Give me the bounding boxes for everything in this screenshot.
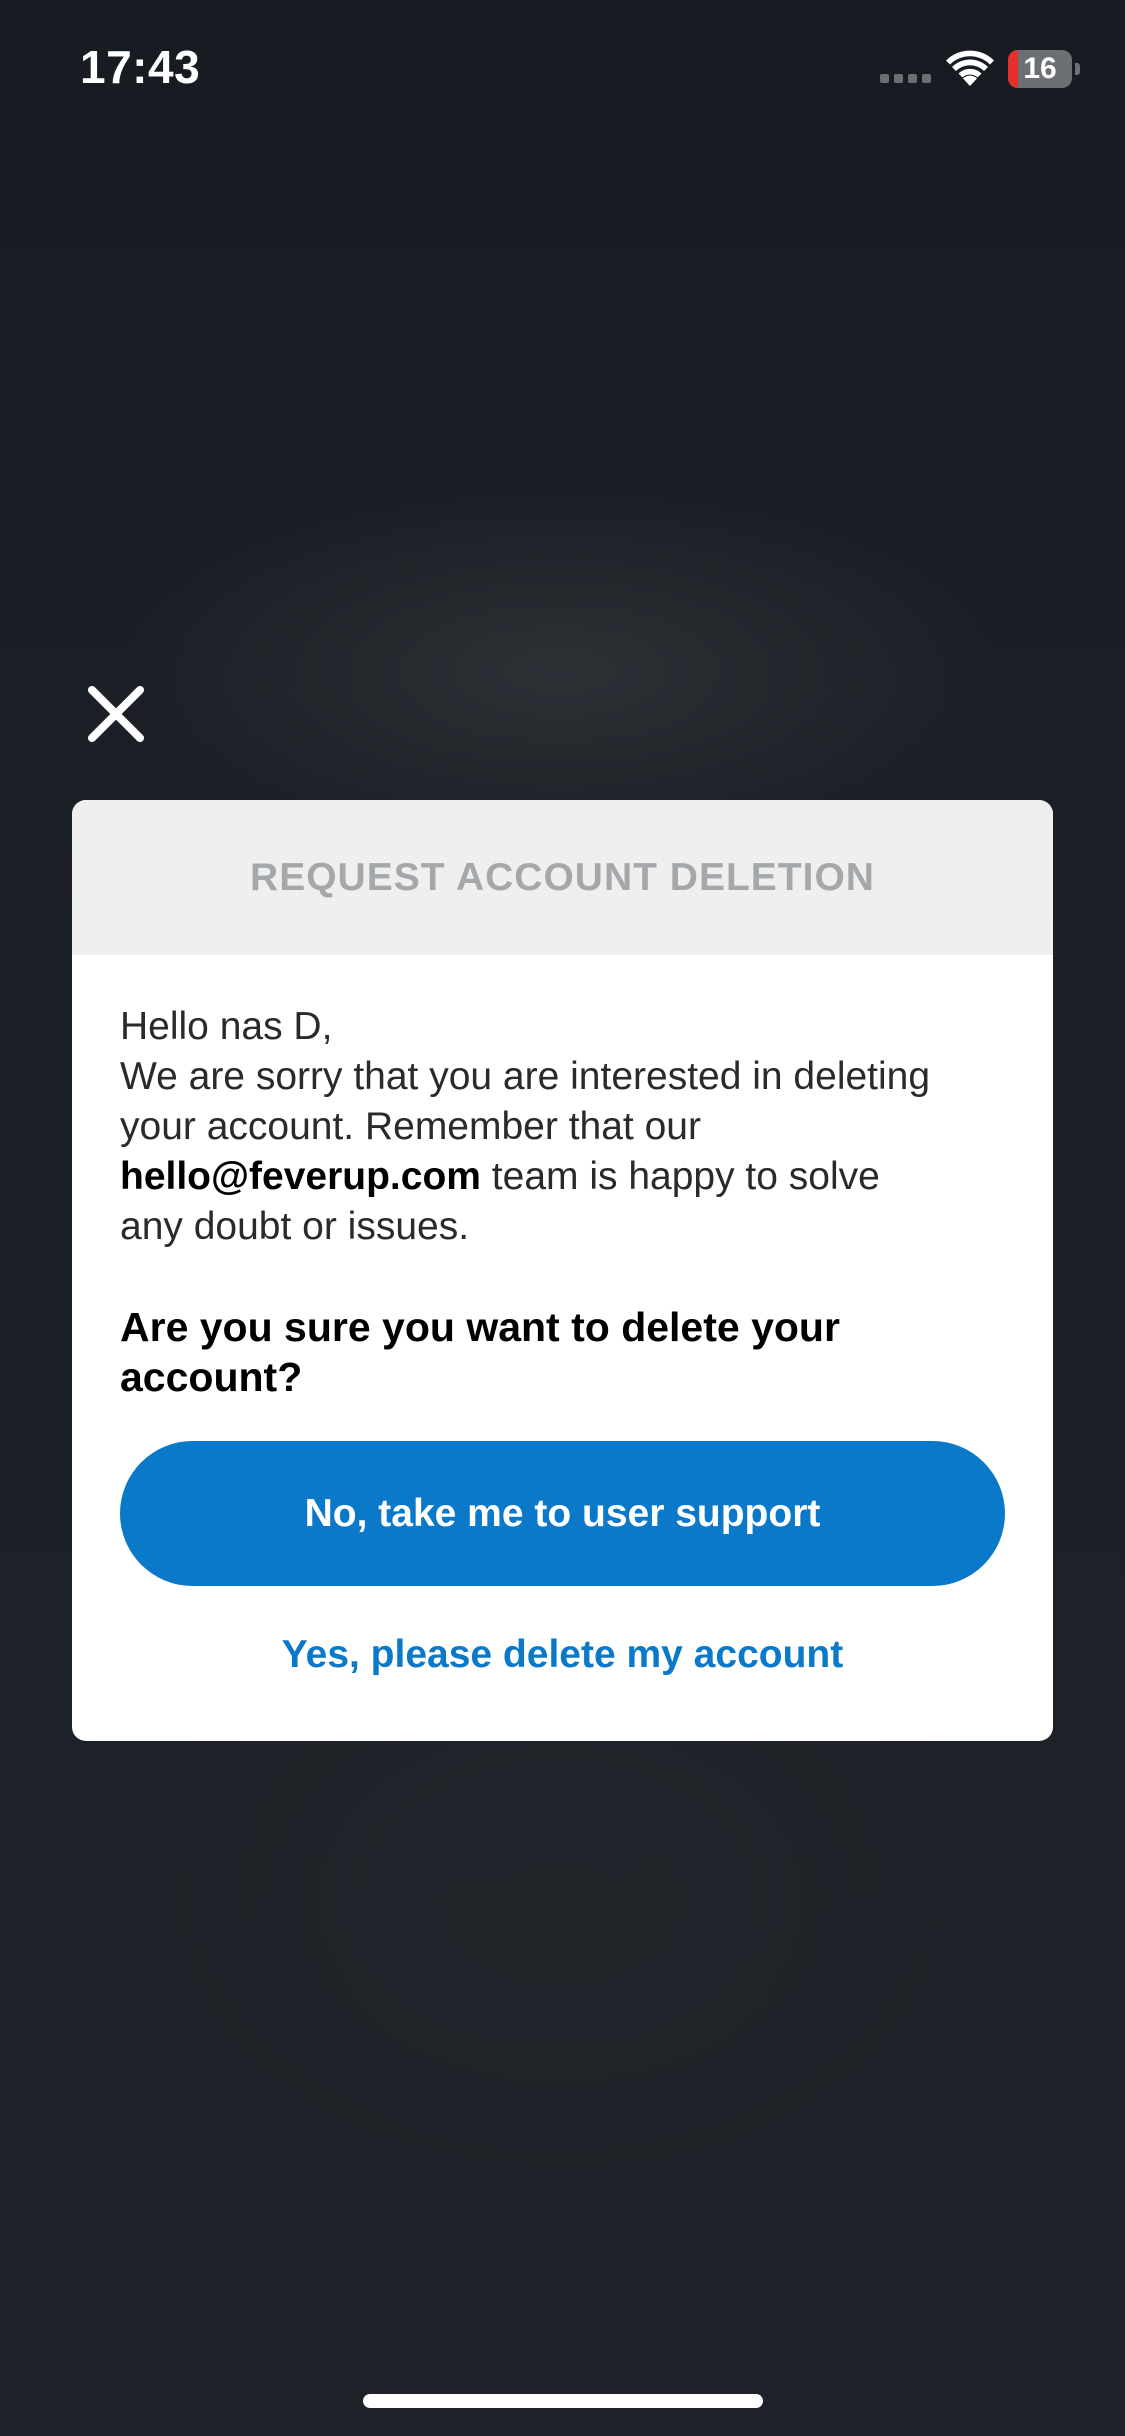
delete-account-link[interactable]: Yes, please delete my account (72, 1625, 1053, 1685)
home-indicator[interactable] (363, 2394, 763, 2408)
support-email: hello@feverup.com (120, 1155, 481, 1198)
delete-account-dialog: REQUEST ACCOUNT DELETION Hello nas D, We… (72, 800, 1053, 1741)
status-bar: 17:43 16 (0, 0, 1125, 140)
battery-body: 16 (1008, 50, 1072, 88)
message-text: team is happy to solve (480, 1155, 880, 1198)
message-line: your account. Remember that our (120, 1105, 701, 1148)
dialog-header: REQUEST ACCOUNT DELETION (72, 800, 1053, 955)
message-line-with-email: hello@feverup.com team is happy to solve (120, 1152, 1020, 1202)
dialog-title: REQUEST ACCOUNT DELETION (250, 856, 875, 899)
confirm-question: Are you sure you want to delete your acc… (120, 1302, 1020, 1402)
wifi-icon (946, 50, 994, 86)
dialog-message: Hello nas D, We are sorry that you are i… (120, 1002, 1020, 1252)
close-icon (88, 686, 144, 742)
battery-level: 16 (1023, 52, 1057, 85)
close-button[interactable] (82, 680, 152, 750)
battery-icon: 16 (1008, 50, 1080, 88)
message-line: any doubt or issues. (120, 1205, 470, 1248)
cellular-signal-icon (880, 74, 934, 84)
question-line: Are you sure you want to delete your (120, 1304, 840, 1350)
battery-cap (1075, 63, 1080, 75)
status-time: 17:43 (80, 41, 201, 93)
user-support-button[interactable]: No, take me to user support (120, 1441, 1005, 1586)
message-line: We are sorry that you are interested in … (120, 1055, 931, 1098)
question-line: account? (120, 1354, 303, 1400)
greeting-text: Hello nas D, (120, 1005, 333, 1048)
